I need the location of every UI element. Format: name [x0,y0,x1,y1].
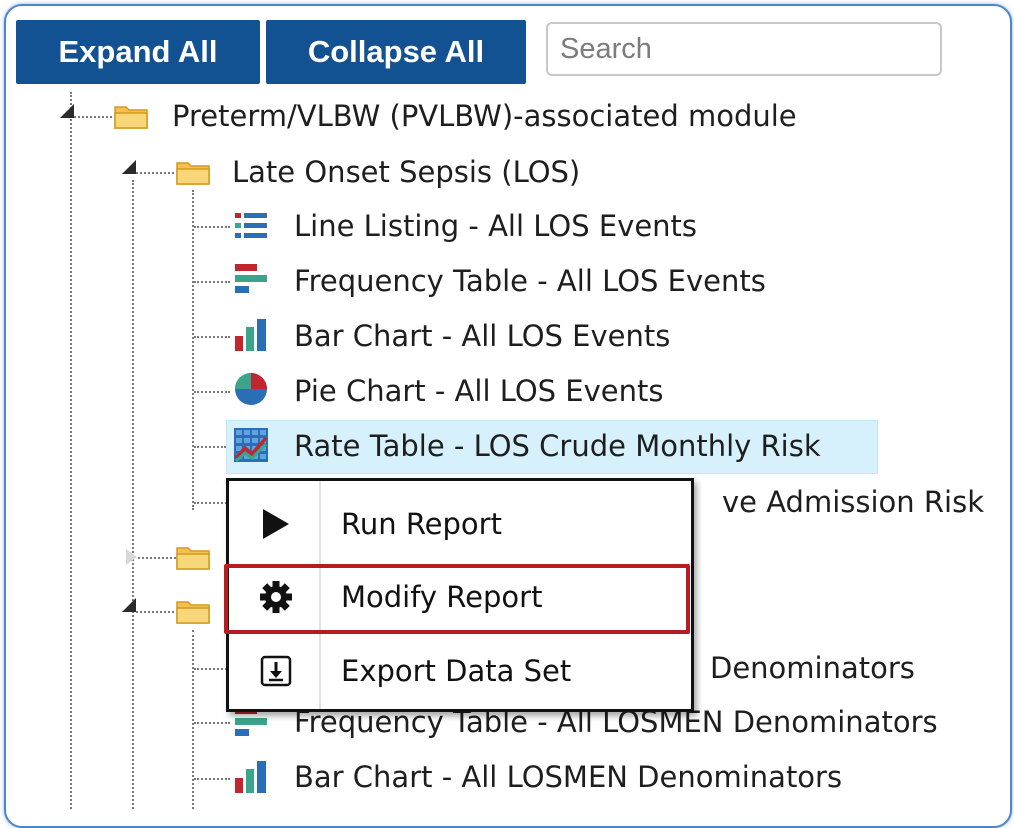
line-listing-icon [235,213,267,238]
bar-chart-icon [235,319,266,351]
report-item[interactable]: Frequency Table - All LOS Events [290,257,766,305]
tree-connector [194,281,230,283]
tree-node-los-group[interactable]: Late Onset Sepsis (LOS) [228,148,580,196]
menu-item-label: Run Report [341,507,502,541]
tree-connector [74,116,112,118]
tree-connector [136,611,174,613]
bar-chart-icon [235,761,266,793]
tree-node-label: Preterm/VLBW (PVLBW)-associated module [172,99,797,133]
tree-connector [192,630,194,809]
folder-icon [114,106,148,129]
report-item[interactable]: Pie Chart - All LOS Events [290,367,664,415]
expand-toggle-icon[interactable] [126,549,137,565]
collapse-all-button[interactable]: Collapse All [266,20,526,84]
frequency-table-icon [235,264,267,293]
tree-connector [194,446,226,448]
collapse-toggle-icon[interactable] [60,104,74,118]
report-item-selected[interactable]: Rate Table - LOS Crude Monthly Risk [290,422,821,470]
report-item-label: Denominators [710,651,915,685]
tree-connector [192,190,194,510]
report-item-label: Bar Chart - All LOSMEN Denominators [294,760,843,794]
report-item[interactable]: Bar Chart - All LOSMEN Denominators [290,753,842,801]
tree-connector [132,180,134,809]
tree-connector [136,172,174,174]
collapse-toggle-icon[interactable] [122,160,136,174]
collapse-toggle-icon[interactable] [122,598,136,612]
folder-icon [176,162,210,185]
tree-connector [194,336,230,338]
play-icon [263,509,289,539]
rate-table-icon [234,428,268,462]
export-data-set-menu-item[interactable]: Export Data Set [229,636,691,706]
tree-connector [194,226,230,228]
tree-connector [194,778,230,780]
tree-connector [194,391,230,393]
report-item[interactable]: Denominators [706,644,915,692]
highlight-annotation-box [224,564,690,634]
report-item-label: Frequency Table - All LOS Events [294,264,766,298]
tree-connector [70,92,72,809]
tree-node-module[interactable]: Preterm/VLBW (PVLBW)-associated module [168,92,797,140]
export-icon [260,655,292,687]
tree-connector [138,557,176,559]
tree-node-label: Late Onset Sepsis (LOS) [232,155,581,189]
tree-connector [194,722,230,724]
folder-icon [176,547,210,570]
expand-all-button[interactable]: Expand All [16,20,260,84]
run-report-menu-item[interactable]: Run Report [229,489,691,559]
pie-chart-icon [235,373,267,405]
folder-icon [176,601,210,624]
report-item-label: Line Listing - All LOS Events [294,209,698,243]
report-item-label: Pie Chart - All LOS Events [294,374,664,408]
tree-connector [194,668,230,670]
report-item-label: Rate Table - LOS Crude Monthly Risk [294,429,821,463]
menu-item-label: Export Data Set [341,654,572,688]
report-item-label: Bar Chart - All LOS Events [294,319,671,353]
report-item[interactable]: Bar Chart - All LOS Events [290,312,670,360]
search-input[interactable] [546,22,942,76]
report-item-label: ve Admission Risk [722,485,984,519]
report-item[interactable]: ve Admission Risk [718,478,984,526]
report-item[interactable]: Line Listing - All LOS Events [290,202,697,250]
tree-connector [194,502,230,504]
